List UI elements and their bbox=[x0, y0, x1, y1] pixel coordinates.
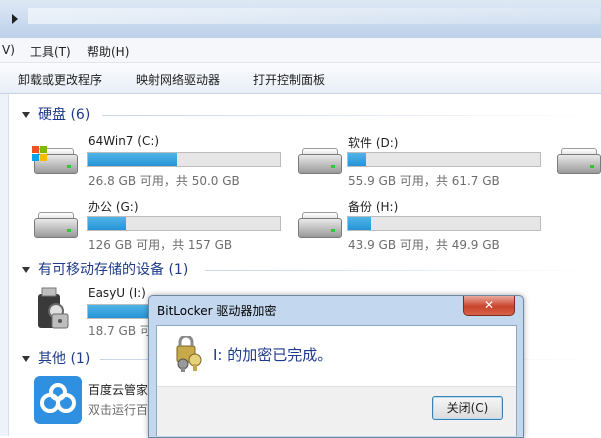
bitlocker-keys-icon bbox=[176, 336, 202, 372]
group-header-other[interactable]: 其他 (1) bbox=[22, 348, 90, 368]
dialog-title: BitLocker 驱动器加密 bbox=[157, 304, 277, 318]
drive-name: EasyU (I:) bbox=[88, 286, 146, 300]
dialog-footer: 关闭(C) bbox=[157, 386, 516, 436]
collapse-triangle-icon[interactable] bbox=[22, 267, 30, 273]
menu-bar: V) 工具(T) 帮助(H) bbox=[0, 38, 601, 63]
hard-drive-icon bbox=[298, 212, 342, 238]
group-header-hard-disks[interactable]: 硬盘 (6) bbox=[22, 104, 90, 124]
drive-free-space: 55.9 GB 可用，共 61.7 GB bbox=[348, 174, 500, 188]
menu-item-view[interactable]: V) bbox=[2, 43, 15, 57]
drive-free-space: 18.7 GB 可 bbox=[88, 324, 152, 338]
group-header-removable[interactable]: 有可移动存储的设备 (1) bbox=[22, 259, 188, 279]
dialog-close-button[interactable]: ✕ bbox=[463, 296, 515, 316]
group-label: 有可移动存储的设备 (1) bbox=[38, 262, 189, 278]
group-label: 硬盘 (6) bbox=[38, 107, 91, 123]
drive-free-space: 26.8 GB 可用，共 50.0 GB bbox=[88, 174, 240, 188]
menu-item-tools[interactable]: 工具(T) bbox=[30, 43, 71, 60]
drive-name: 64Win7 (C:) bbox=[88, 134, 160, 148]
group-label: 其他 (1) bbox=[38, 351, 91, 367]
other-item-description: 双击运行百 bbox=[88, 403, 149, 417]
other-item-name[interactable]: 百度云管家 bbox=[88, 381, 148, 398]
hard-drive-icon bbox=[34, 212, 78, 238]
collapse-triangle-icon[interactable] bbox=[22, 356, 30, 362]
drive-i[interactable]: EasyU (I:) 18.7 GB 可 bbox=[30, 284, 160, 338]
close-button[interactable]: 关闭(C) bbox=[432, 396, 503, 420]
system-drive-icon bbox=[32, 146, 78, 174]
drive-usage-bar bbox=[87, 216, 281, 231]
map-network-drive-button[interactable]: 映射网络驱动器 bbox=[136, 71, 220, 88]
drive-usage-bar bbox=[347, 152, 541, 167]
titlebar-glass bbox=[28, 8, 600, 24]
window-titlebar bbox=[0, 0, 601, 38]
dialog-message: I: 的加密已完成。 bbox=[213, 346, 333, 364]
group-divider bbox=[205, 270, 601, 271]
group-divider bbox=[102, 115, 601, 116]
drive-free-space: 43.9 GB 可用，共 49.9 GB bbox=[348, 238, 500, 252]
navigation-pane-edge[interactable] bbox=[0, 94, 9, 436]
baidu-cloud-icon[interactable] bbox=[34, 376, 82, 424]
command-bar: 卸载或更改程序 映射网络驱动器 打开控制面板 bbox=[0, 63, 601, 94]
drive-name: 办公 (G:) bbox=[88, 200, 139, 214]
collapse-triangle-icon[interactable] bbox=[22, 112, 30, 118]
drive-g[interactable]: 办公 (G:) 126 GB 可用，共 157 GB bbox=[30, 196, 290, 252]
bitlocker-dialog: BitLocker 驱动器加密 ✕ I: 的加密已完成。 关闭(C) bbox=[148, 295, 524, 438]
hard-drive-icon bbox=[298, 148, 342, 174]
menu-item-help[interactable]: 帮助(H) bbox=[87, 43, 129, 60]
uninstall-program-button[interactable]: 卸载或更改程序 bbox=[18, 71, 102, 88]
drive-free-space: 126 GB 可用，共 157 GB bbox=[88, 238, 233, 252]
bitlocker-usb-icon bbox=[38, 287, 69, 329]
drive-h[interactable]: 备份 (H:) 43.9 GB 可用，共 49.9 GB bbox=[294, 196, 554, 252]
open-control-panel-button[interactable]: 打开控制面板 bbox=[253, 71, 325, 88]
drive-c[interactable]: 64Win7 (C:) 26.8 GB 可用，共 50.0 GB bbox=[30, 132, 290, 188]
drive-usage-bar bbox=[347, 216, 541, 231]
drive-usage-bar bbox=[87, 152, 281, 167]
address-arrow-icon[interactable] bbox=[12, 14, 18, 24]
drive-usage-bar bbox=[87, 304, 150, 319]
drive-name: 备份 (H:) bbox=[348, 200, 399, 214]
hard-drive-icon[interactable] bbox=[557, 148, 601, 174]
drive-d[interactable]: 软件 (D:) 55.9 GB 可用，共 61.7 GB bbox=[294, 132, 554, 188]
drive-name: 软件 (D:) bbox=[348, 136, 399, 150]
dialog-body: I: 的加密已完成。 关闭(C) bbox=[156, 325, 517, 436]
